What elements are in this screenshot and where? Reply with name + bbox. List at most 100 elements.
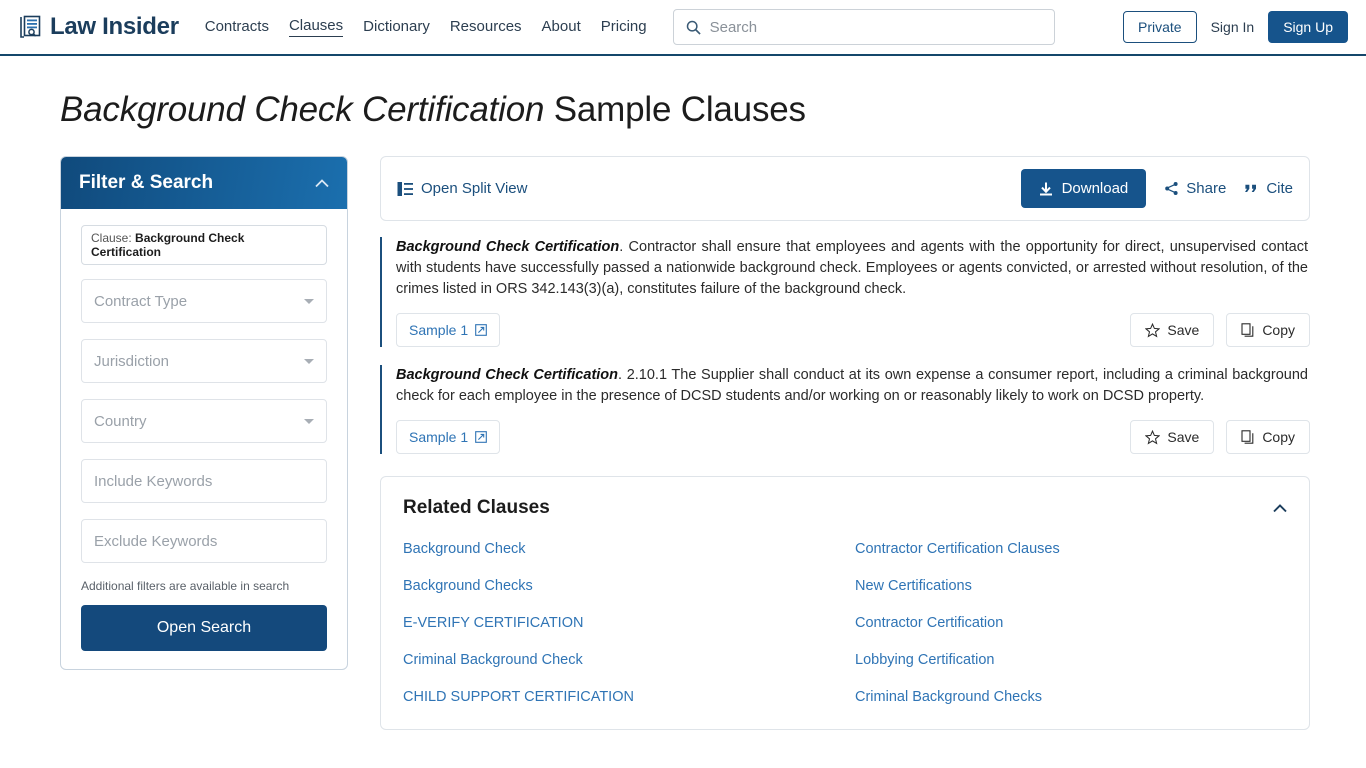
search-box[interactable] bbox=[672, 9, 1055, 45]
related-link[interactable]: CHILD SUPPORT CERTIFICATION bbox=[403, 689, 835, 705]
clause-secondary-actions: Save Copy bbox=[1130, 420, 1310, 454]
copy-label: Copy bbox=[1262, 429, 1295, 445]
sign-up-button[interactable]: Sign Up bbox=[1268, 11, 1348, 43]
save-label: Save bbox=[1167, 322, 1200, 338]
nav-item-about[interactable]: About bbox=[542, 18, 581, 37]
clause-item: Background Check Certification. Contract… bbox=[380, 237, 1310, 347]
clause-text: Background Check Certification. Contract… bbox=[396, 237, 1310, 300]
private-button[interactable]: Private bbox=[1123, 11, 1197, 43]
chevron-down-icon bbox=[304, 418, 314, 424]
download-button[interactable]: Download bbox=[1020, 169, 1147, 208]
main-nav: Contracts Clauses Dictionary Resources A… bbox=[205, 17, 647, 37]
country-select[interactable]: Country bbox=[81, 399, 327, 443]
chevron-down-icon bbox=[304, 298, 314, 304]
copy-icon bbox=[1241, 430, 1255, 444]
copy-button[interactable]: Copy bbox=[1226, 313, 1310, 347]
additional-filters-hint: Additional filters are available in sear… bbox=[81, 579, 290, 593]
exclude-keywords-label: Exclude Keywords bbox=[94, 532, 218, 550]
external-link-icon bbox=[475, 324, 488, 336]
related-clauses-grid: Background Check Contractor Certificatio… bbox=[403, 541, 1287, 705]
related-link[interactable]: Background Checks bbox=[403, 578, 835, 594]
clause-text: Background Check Certification. 2.10.1 T… bbox=[396, 365, 1310, 407]
share-label: Share bbox=[1186, 180, 1227, 197]
nav-item-clauses[interactable]: Clauses bbox=[288, 17, 344, 37]
copy-button[interactable]: Copy bbox=[1226, 420, 1310, 454]
main-content: Open Split View Download Share Cite Back… bbox=[380, 156, 1310, 730]
copy-label: Copy bbox=[1262, 322, 1295, 338]
chevron-down-icon bbox=[304, 358, 314, 364]
page-title-rest: Sample Clauses bbox=[544, 90, 806, 129]
cite-button[interactable]: Cite bbox=[1244, 180, 1293, 197]
filter-search-body: Clause: Background Check Certification C… bbox=[61, 209, 347, 669]
include-keywords-label: Include Keywords bbox=[94, 472, 213, 490]
clause-heading: Background Check Certification bbox=[396, 367, 619, 383]
related-link[interactable]: E-VERIFY CERTIFICATION bbox=[403, 615, 835, 631]
related-clauses-title: Related Clauses bbox=[403, 497, 550, 518]
clause-actions: Sample 1 Save Copy bbox=[396, 313, 1310, 347]
header-actions: Private Sign In Sign Up bbox=[1123, 11, 1348, 43]
filter-search-title: Filter & Search bbox=[79, 172, 214, 193]
related-link[interactable]: Contractor Certification bbox=[855, 615, 1287, 631]
cite-label: Cite bbox=[1266, 180, 1293, 197]
clause-secondary-actions: Save Copy bbox=[1130, 313, 1310, 347]
related-link[interactable]: New Certifications bbox=[855, 578, 1287, 594]
search-icon bbox=[686, 20, 701, 35]
chevron-up-icon[interactable] bbox=[1273, 503, 1287, 513]
split-view-icon bbox=[397, 181, 413, 197]
include-keywords-input[interactable]: Include Keywords bbox=[81, 459, 327, 503]
share-button[interactable]: Share bbox=[1164, 180, 1226, 197]
chip-prefix: Clause: bbox=[91, 231, 132, 245]
sign-in-button[interactable]: Sign In bbox=[1211, 19, 1255, 35]
download-icon bbox=[1039, 182, 1053, 196]
sample-link-button[interactable]: Sample 1 bbox=[396, 313, 501, 347]
filter-search-panel: Filter & Search Clause: Background Check… bbox=[60, 156, 348, 670]
related-link[interactable]: Criminal Background Check bbox=[403, 652, 835, 668]
nav-item-dictionary[interactable]: Dictionary bbox=[363, 18, 430, 37]
open-split-view-button[interactable]: Open Split View bbox=[397, 180, 527, 197]
nav-item-pricing[interactable]: Pricing bbox=[601, 18, 647, 37]
sample-link-button[interactable]: Sample 1 bbox=[396, 420, 501, 454]
nav-item-contracts[interactable]: Contracts bbox=[205, 18, 269, 37]
quote-icon bbox=[1244, 181, 1259, 196]
sample-label: Sample 1 bbox=[409, 429, 469, 445]
open-split-view-label: Open Split View bbox=[421, 180, 528, 197]
page-title-emphasis: Background Check Certification bbox=[60, 90, 545, 129]
open-search-button[interactable]: Open Search bbox=[81, 605, 327, 651]
related-link[interactable]: Contractor Certification Clauses bbox=[855, 541, 1287, 557]
jurisdiction-label: Jurisdiction bbox=[94, 352, 170, 370]
external-link-icon bbox=[475, 431, 488, 443]
related-link[interactable]: Background Check bbox=[403, 541, 835, 557]
country-label: Country bbox=[94, 412, 147, 430]
save-button[interactable]: Save bbox=[1130, 313, 1215, 347]
logo[interactable]: Law Insider bbox=[18, 13, 179, 41]
site-header: Law Insider Contracts Clauses Dictionary… bbox=[0, 0, 1366, 56]
page-title: Background Check Certification Sample Cl… bbox=[60, 90, 1366, 130]
related-clauses-header[interactable]: Related Clauses bbox=[403, 497, 1287, 519]
save-label: Save bbox=[1167, 429, 1200, 445]
chevron-up-icon[interactable] bbox=[315, 178, 329, 188]
share-icon bbox=[1164, 181, 1179, 196]
contract-type-label: Contract Type bbox=[94, 292, 188, 310]
clause-item: Background Check Certification. 2.10.1 T… bbox=[380, 365, 1310, 454]
filter-search-header[interactable]: Filter & Search bbox=[61, 157, 347, 209]
toolbar-actions: Download Share Cite bbox=[1020, 169, 1293, 208]
search-input[interactable] bbox=[709, 18, 1042, 36]
document-search-icon bbox=[18, 15, 42, 39]
clause-toolbar: Open Split View Download Share Cite bbox=[380, 156, 1310, 221]
contract-type-select[interactable]: Contract Type bbox=[81, 279, 327, 323]
related-clauses-card: Related Clauses Background Check Contrac… bbox=[380, 476, 1310, 730]
jurisdiction-select[interactable]: Jurisdiction bbox=[81, 339, 327, 383]
copy-icon bbox=[1241, 323, 1255, 337]
star-icon bbox=[1145, 322, 1161, 338]
star-icon bbox=[1145, 429, 1161, 445]
active-clause-chip[interactable]: Clause: Background Check Certification bbox=[81, 225, 327, 265]
nav-item-resources[interactable]: Resources bbox=[450, 18, 522, 37]
clause-actions: Sample 1 Save Copy bbox=[396, 420, 1310, 454]
related-link[interactable]: Lobbying Certification bbox=[855, 652, 1287, 668]
download-label: Download bbox=[1061, 180, 1129, 197]
save-button[interactable]: Save bbox=[1130, 420, 1215, 454]
clause-heading: Background Check Certification bbox=[396, 239, 620, 255]
related-link[interactable]: Criminal Background Checks bbox=[855, 689, 1287, 705]
sample-label: Sample 1 bbox=[409, 322, 469, 338]
exclude-keywords-input[interactable]: Exclude Keywords bbox=[81, 519, 327, 563]
